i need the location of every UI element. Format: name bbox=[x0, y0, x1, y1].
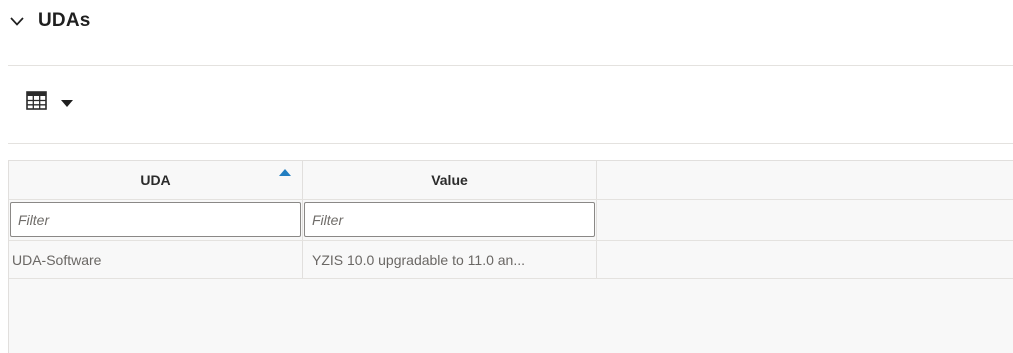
column-header-label: UDA bbox=[140, 172, 171, 188]
caret-down-icon bbox=[61, 94, 73, 112]
chevron-down-icon bbox=[10, 14, 24, 28]
divider bbox=[8, 65, 1013, 66]
value-filter-input[interactable] bbox=[304, 202, 595, 237]
column-header-value[interactable]: Value bbox=[303, 161, 597, 199]
filter-cell bbox=[9, 200, 303, 240]
table-toolbar bbox=[26, 90, 73, 116]
value-cell: YZIS 10.0 upgradable to 11.0 an... bbox=[303, 241, 597, 278]
filter-cell bbox=[303, 200, 597, 240]
uda-table: UDA Value UDA-Software YZIS 10.0 upgrada… bbox=[8, 160, 1013, 353]
udas-section-toggle[interactable]: UDAs bbox=[10, 8, 91, 34]
column-header-uda[interactable]: UDA bbox=[9, 161, 303, 199]
table-grid-icon bbox=[26, 91, 47, 115]
filter-row bbox=[9, 200, 1013, 241]
divider bbox=[8, 143, 1013, 144]
table-header-row: UDA Value bbox=[9, 161, 1013, 200]
table-row[interactable]: UDA-Software YZIS 10.0 upgradable to 11.… bbox=[9, 241, 1013, 279]
udas-panel: UDAs UDA Value Filter Filter UDA-Softwar… bbox=[0, 0, 1013, 353]
section-title: UDAs bbox=[38, 10, 91, 31]
uda-cell: UDA-Software bbox=[9, 241, 303, 278]
sort-ascending-icon bbox=[279, 169, 291, 176]
column-header-label: Value bbox=[431, 172, 468, 188]
uda-filter-input[interactable] bbox=[10, 202, 301, 237]
view-menu-button[interactable] bbox=[26, 91, 73, 115]
